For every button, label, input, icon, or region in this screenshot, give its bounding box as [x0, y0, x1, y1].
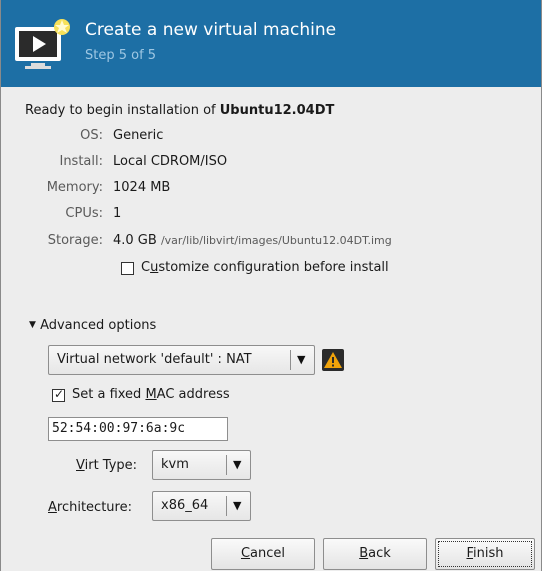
virt-type-label-mnemonic: V	[76, 458, 85, 473]
vm-name: Ubuntu12.04DT	[219, 103, 335, 118]
fixed-mac-label-pre: Set a fixed	[72, 387, 146, 402]
cancel-label: ancel	[250, 546, 286, 561]
cpus-label: CPUs:	[65, 206, 103, 221]
wizard-step: Step 5 of 5	[85, 48, 157, 63]
warning-icon	[322, 349, 344, 371]
fixed-mac-label-post: AC address	[156, 387, 230, 402]
architecture-separator	[226, 496, 227, 516]
ready-text: Ready to begin installation of	[25, 103, 220, 118]
customize-label[interactable]: Customize configuration before install	[141, 260, 389, 275]
install-value: Local CDROM/ISO	[113, 154, 228, 169]
wizard-title: Create a new virtual machine	[85, 20, 337, 40]
virt-type-label: Virt Type:	[76, 458, 137, 473]
chevron-down-icon: ▼	[233, 499, 242, 512]
memory-label: Memory:	[46, 180, 103, 195]
back-mnemonic: B	[359, 546, 369, 561]
cancel-mnemonic: C	[240, 546, 251, 561]
cpus-value: 1	[113, 206, 122, 221]
virt-type-separator	[226, 455, 227, 475]
finish-button[interactable]: Finish	[435, 538, 535, 570]
memory-value: 1024 MB	[113, 180, 171, 195]
architecture-dropdown[interactable]: x86_64 ▼	[152, 491, 251, 521]
finish-label: inish	[473, 546, 504, 561]
chevron-down-icon: ▼	[297, 353, 306, 366]
customize-label-post: stomize configuration before install	[158, 260, 389, 275]
advanced-label: Advanced options	[40, 318, 157, 333]
architecture-label-post: rchitecture:	[56, 500, 132, 515]
fixed-mac-label[interactable]: Set a fixed MAC address	[72, 387, 230, 402]
architecture-label-mnemonic: A	[48, 500, 57, 515]
back-label: ack	[368, 546, 391, 561]
fixed-mac-checkbox[interactable]: ✓	[52, 387, 65, 402]
network-dropdown[interactable]: Virtual network 'default' : NAT ▼	[48, 345, 315, 375]
back-button[interactable]: Back	[323, 538, 427, 570]
network-value: Virtual network 'default' : NAT	[57, 352, 252, 367]
storage-size: 4.0 GB	[113, 233, 157, 248]
checkmark-icon: ✓	[54, 387, 65, 401]
architecture-label: Architecture:	[48, 500, 132, 515]
storage-path: /var/lib/libvirt/images/Ubuntu12.04DT.im…	[160, 234, 392, 247]
virt-type-dropdown[interactable]: kvm ▼	[152, 450, 251, 480]
fixed-mac-label-mnemonic: M	[145, 387, 157, 402]
wizard-header: Create a new virtual machine Step 5 of 5	[1, 0, 541, 87]
cancel-button[interactable]: Cancel	[211, 538, 315, 570]
expander-arrow-icon: ▼	[29, 320, 36, 330]
storage-label: Storage:	[47, 233, 103, 248]
warning-triangle-icon	[324, 352, 342, 368]
os-label: OS:	[80, 128, 103, 143]
virtual-machine-icon	[15, 19, 70, 69]
customize-label-pre: C	[141, 260, 151, 275]
customize-checkbox[interactable]	[121, 262, 134, 275]
network-dropdown-separator	[290, 350, 291, 370]
dialog-window: Create a new virtual machine Step 5 of 5…	[0, 0, 542, 571]
architecture-value: x86_64	[161, 498, 209, 513]
chevron-down-icon: ▼	[233, 458, 242, 471]
os-value: Generic	[113, 128, 164, 143]
storage-value: 4.0 GB /var/lib/libvirt/images/Ubuntu12.…	[113, 233, 392, 248]
ready-message: Ready to begin installation of Ubuntu12.…	[25, 103, 334, 118]
virt-type-label-post: irt Type:	[84, 458, 138, 473]
mac-address-input[interactable]: 52:54:00:97:6a:9c	[48, 417, 228, 441]
advanced-expander[interactable]: ▼ Advanced options	[29, 318, 156, 333]
install-label: Install:	[59, 154, 103, 169]
virt-type-value: kvm	[161, 457, 189, 472]
